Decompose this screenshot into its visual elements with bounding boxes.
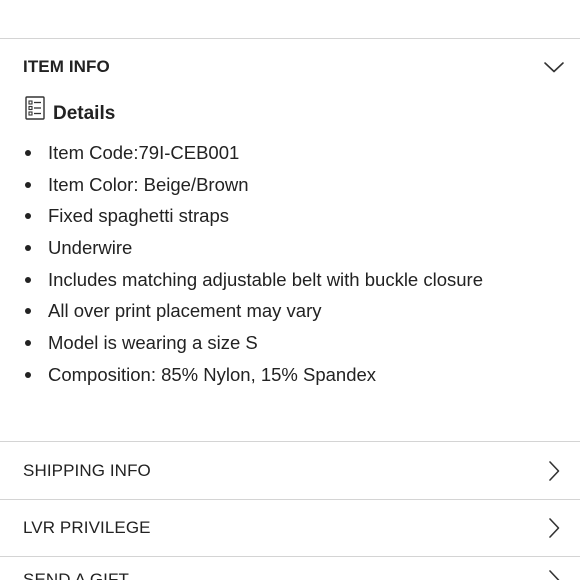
item-info-title: ITEM INFO xyxy=(23,57,110,76)
details-heading: Details xyxy=(25,96,116,125)
chevron-down-icon xyxy=(544,62,564,73)
chevron-right-icon xyxy=(549,518,560,538)
list-item: Item Color: Beige/Brown xyxy=(0,169,483,201)
shipping-info-label: SHIPPING INFO xyxy=(23,460,151,480)
list-item: All over print placement may vary xyxy=(0,295,483,327)
list-item: Model is wearing a size S xyxy=(0,327,483,359)
send-a-gift-label: SEND A GIFT xyxy=(23,570,129,580)
divider xyxy=(0,38,580,39)
details-list: Item Code:79I-CEB001 Item Color: Beige/B… xyxy=(0,137,483,391)
list-item: Underwire xyxy=(0,232,483,264)
list-item: Composition: 85% Nylon, 15% Spandex xyxy=(0,359,483,391)
details-heading-label: Details xyxy=(53,103,116,124)
divider xyxy=(0,556,580,557)
product-info-panel: ITEM INFO Details Item Code:79I-CEB001 I… xyxy=(0,0,580,580)
chevron-right-icon xyxy=(549,570,560,580)
list-icon xyxy=(25,96,45,120)
list-item: Fixed spaghetti straps xyxy=(0,200,483,232)
chevron-right-icon xyxy=(549,460,560,481)
item-info-toggle[interactable]: ITEM INFO xyxy=(0,52,580,82)
lvr-privilege-label: LVR PRIVILEGE xyxy=(23,518,151,537)
send-a-gift-row[interactable]: SEND A GIFT xyxy=(0,568,580,580)
list-item: Includes matching adjustable belt with b… xyxy=(0,264,483,296)
list-item: Item Code:79I-CEB001 xyxy=(0,137,483,169)
shipping-info-row[interactable]: SHIPPING INFO xyxy=(0,442,580,499)
lvr-privilege-row[interactable]: LVR PRIVILEGE xyxy=(0,500,580,556)
